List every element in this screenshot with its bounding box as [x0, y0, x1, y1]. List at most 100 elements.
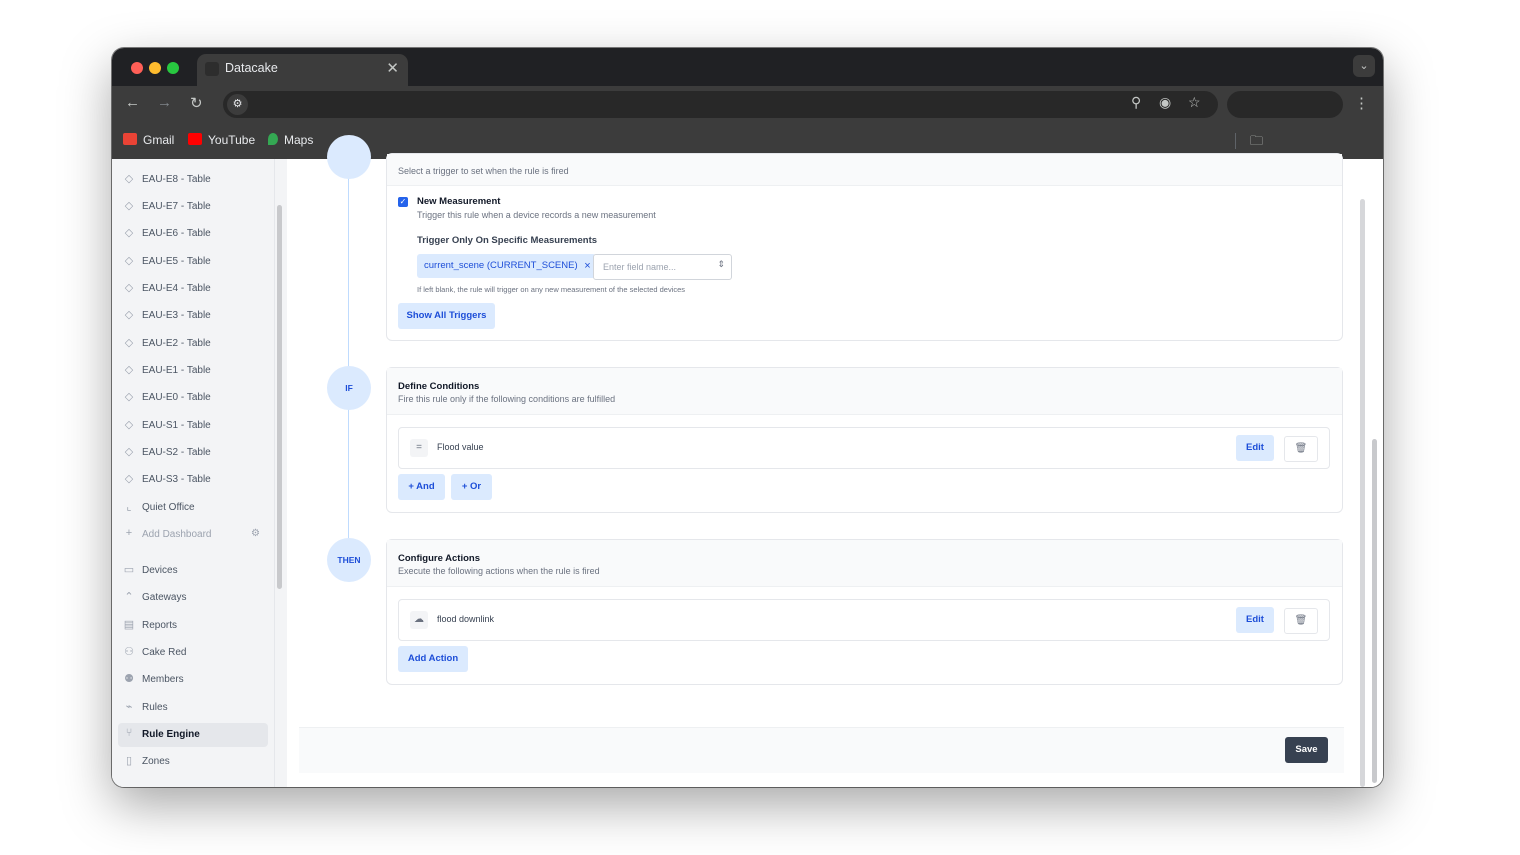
sidebar-item-zones[interactable]: ▯ Zones [118, 750, 268, 774]
bookmark-maps[interactable]: Maps [268, 133, 313, 147]
sidebar-item-cake-red[interactable]: ⚇ Cake Red [118, 641, 268, 665]
youtube-icon [188, 133, 202, 145]
trash-icon[interactable]: 🗑 [1284, 436, 1318, 462]
condition-row: = Flood value Edit 🗑 [398, 427, 1330, 469]
field-name-select[interactable]: ⇕ [593, 254, 732, 280]
edit-action-button[interactable]: Edit [1236, 607, 1274, 633]
if-header: Define Conditions Fire this rule only if… [387, 368, 1342, 415]
sidebar-item-eau-e1[interactable]: ◇ EAU-E1 - Table [118, 359, 268, 383]
sidebar-item-rule-engine[interactable]: ⑂ Rule Engine [118, 723, 268, 747]
sidebar-item-label: Rule Engine [142, 729, 200, 740]
minimize-window-button[interactable] [149, 62, 161, 74]
maps-icon [268, 133, 278, 145]
site-info-icon[interactable]: ⚙ [227, 94, 248, 115]
folder-icon[interactable]: 🗀 [1250, 132, 1263, 154]
chevron-updown-icon: ⇕ [717, 259, 725, 269]
zoom-icon[interactable]: ⚲ [1131, 94, 1141, 111]
sidebar-item-rules[interactable]: ⌁ Rules [118, 696, 268, 720]
bookmark-gmail[interactable]: Gmail [123, 133, 174, 147]
droplet-icon: ◇ [124, 173, 134, 185]
sidebar-item-quiet-office[interactable]: ⌞ Quiet Office [118, 496, 268, 520]
sidebar-item-gateways[interactable]: ⌃ Gateways [118, 586, 268, 610]
equals-icon: = [410, 439, 428, 457]
sidebar-item-eau-e4[interactable]: ◇ EAU-E4 - Table [118, 277, 268, 301]
bookmark-label: YouTube [208, 133, 256, 147]
sidebar-item-label: EAU-E5 - Table [142, 256, 211, 267]
sidebar: ◇ EAU-E8 - Table ◇ EAU-E7 - Table ◇ EAU-E6 … [112, 159, 275, 787]
sidebar-item-members[interactable]: ⚉ Members [118, 668, 268, 692]
sidebar-item-eau-e5[interactable]: ◇ EAU-E5 - Table [118, 250, 268, 274]
sidebar-item-eau-s2[interactable]: ◇ EAU-S2 - Table [118, 441, 268, 465]
content-scrollbar[interactable] [1360, 199, 1365, 787]
browser-tab[interactable]: Datacake ✕ [197, 54, 408, 86]
devices-icon: ▭ [123, 564, 135, 576]
then-description: Execute the following actions when the r… [398, 566, 600, 576]
chip-remove-icon[interactable]: × [584, 254, 590, 278]
add-or-condition-button[interactable]: + Or [451, 474, 492, 500]
sidebar-item-label: EAU-E7 - Table [142, 201, 211, 212]
sidebar-scrollbar[interactable] [277, 205, 282, 589]
branch-icon: ⑂ [125, 727, 133, 739]
add-dashboard-button[interactable]: + Add Dashboard ⚙ [118, 523, 268, 547]
page: ◇ EAU-E8 - Table ◇ EAU-E7 - Table ◇ EAU-E6 … [112, 135, 1383, 787]
droplet-icon: ◇ [124, 255, 134, 267]
browser-menu-icon[interactable]: ⋮ [1354, 94, 1369, 112]
eye-slash-icon[interactable]: ◉ [1159, 94, 1171, 111]
tab-search-button[interactable]: ⌄ [1353, 55, 1375, 77]
close-window-button[interactable] [131, 62, 143, 74]
sidebar-item-eau-s3[interactable]: ◇ EAU-S3 - Table [118, 468, 268, 492]
trigger-label: New Measurement [417, 196, 501, 207]
sidebar-item-eau-e6[interactable]: ◇ EAU-E6 - Table [118, 222, 268, 246]
show-all-triggers-button[interactable]: Show All Triggers [398, 303, 495, 329]
sidebar-item-label: EAU-E1 - Table [142, 365, 211, 376]
if-title: Define Conditions [398, 381, 480, 392]
then-section: Configure Actions Execute the following … [386, 539, 1343, 685]
when-header: Select a trigger to set when the rule is… [387, 154, 1342, 186]
then-header: Configure Actions Execute the following … [387, 540, 1342, 587]
sidebar-item-partial[interactable]: ▭ [118, 778, 268, 787]
action-label: flood downlink [437, 614, 495, 624]
sidebar-item-label: EAU-E0 - Table [142, 392, 211, 403]
sidebar-item-label: Cake Red [142, 647, 187, 658]
trash-icon[interactable]: 🗑 [1284, 608, 1318, 634]
timeline-line [348, 159, 349, 559]
sidebar-item-eau-e8[interactable]: ◇ EAU-E8 - Table [118, 168, 268, 192]
sidebar-item-eau-e2[interactable]: ◇ EAU-E2 - Table [118, 332, 268, 356]
reload-icon[interactable]: ↻ [190, 94, 203, 112]
back-arrow-icon[interactable]: ← [125, 94, 140, 111]
sidebar-item-eau-s1[interactable]: ◇ EAU-S1 - Table [118, 414, 268, 438]
page-scrollbar[interactable] [1372, 439, 1377, 783]
if-description: Fire this rule only if the following con… [398, 394, 616, 404]
map-icon: ▯ [125, 755, 133, 767]
sidebar-item-eau-e0[interactable]: ◇ EAU-E0 - Table [118, 386, 268, 410]
droplet-icon: ◇ [124, 227, 134, 239]
forward-arrow-icon[interactable]: → [157, 94, 172, 111]
sidebar-item-eau-e7[interactable]: ◇ EAU-E7 - Table [118, 195, 268, 219]
report-icon: ▤ [123, 619, 135, 631]
save-button[interactable]: Save [1285, 737, 1328, 763]
plus-icon: + [125, 527, 133, 539]
sidebar-item-devices[interactable]: ▭ Devices [118, 559, 268, 583]
tab-close-icon[interactable]: ✕ [386, 59, 399, 77]
sidebar-item-eau-e3[interactable]: ◇ EAU-E3 - Table [118, 304, 268, 328]
sidebar-item-label: Members [142, 674, 184, 685]
add-and-condition-button[interactable]: + And [398, 474, 445, 500]
action-row: ☁ flood downlink Edit 🗑 [398, 599, 1330, 641]
sidebar-item-label: EAU-E4 - Table [142, 283, 211, 294]
new-measurement-checkbox[interactable]: ✓ [398, 197, 408, 207]
sidebar-item-reports[interactable]: ▤ Reports [118, 614, 268, 638]
tab-title: Datacake [225, 61, 278, 75]
then-bubble: THEN [327, 538, 371, 582]
profile-chip[interactable] [1227, 91, 1343, 118]
add-action-button[interactable]: Add Action [398, 646, 468, 672]
gear-icon[interactable]: ⚙ [251, 528, 260, 539]
maximize-window-button[interactable] [167, 62, 179, 74]
bookmark-star-icon[interactable]: ☆ [1188, 94, 1201, 111]
measurement-chip[interactable]: current_scene (CURRENT_SCENE) × [417, 254, 596, 278]
droplet-icon: ◇ [124, 200, 134, 212]
address-bar[interactable]: ⚙ ⚲ ◉ ☆ [223, 91, 1218, 118]
field-name-input[interactable] [601, 259, 715, 275]
edit-condition-button[interactable]: Edit [1236, 435, 1274, 461]
bookmark-youtube[interactable]: YouTube [188, 133, 255, 147]
main-content: Select a trigger to set when the rule is… [287, 135, 1383, 787]
